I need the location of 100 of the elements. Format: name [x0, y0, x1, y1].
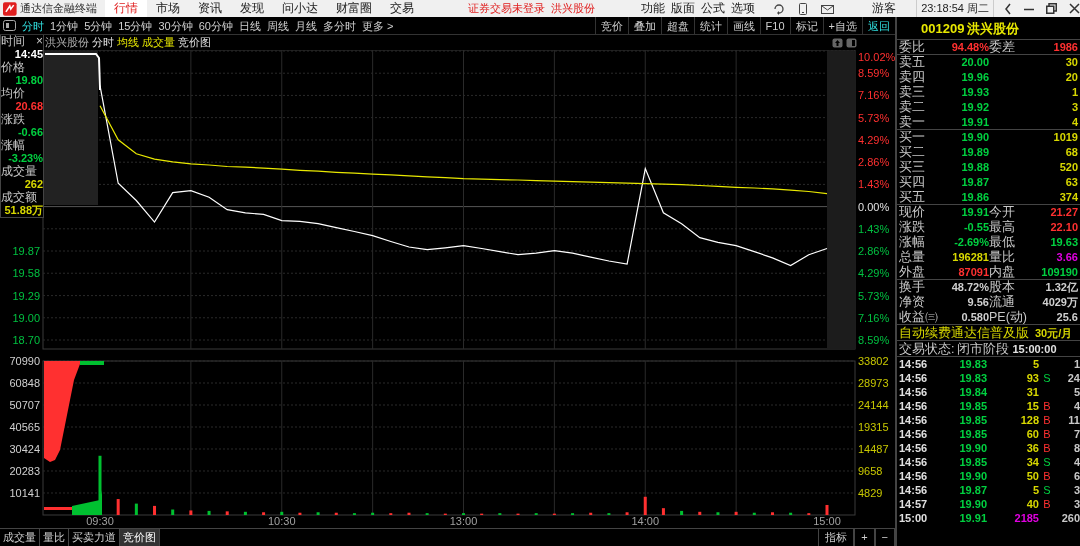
book-label: 卖二 — [899, 100, 926, 115]
trade-price: 19.83 — [958, 357, 987, 371]
book-label: 卖一 — [899, 115, 926, 130]
info-label: 时间 — [1, 35, 25, 48]
quote-value: 109190 — [1040, 265, 1078, 280]
axis-label: 09:30 — [86, 515, 114, 527]
trade-count: 6 — [1072, 469, 1080, 483]
book-price: 19.92 — [960, 100, 989, 115]
trade-side: B — [1042, 399, 1052, 413]
axis-label: 1.43% — [858, 178, 890, 191]
book-price: 19.88 — [960, 160, 989, 175]
axis-label: 5.73% — [858, 289, 890, 302]
quote-value: -0.55 — [962, 221, 989, 235]
book-label: 买四 — [899, 175, 926, 190]
trade-time: 14:56 — [899, 469, 929, 483]
axis-label: 1.43% — [858, 222, 890, 235]
quote-value: 1986 — [1052, 40, 1078, 55]
axis-label: 4.29% — [858, 267, 890, 280]
book-price: 19.87 — [960, 175, 989, 190]
axis-label: 40565 — [9, 421, 40, 433]
trade-time: 14:56 — [899, 427, 929, 441]
quote-label: 最低 — [989, 235, 1016, 250]
trade-volume: 36 — [1025, 441, 1039, 455]
info-value: 14:45 — [13, 48, 43, 61]
info-label: 成交量 — [1, 165, 38, 178]
info-label: 涨幅 — [1, 139, 26, 152]
axis-label: 10141 — [9, 487, 40, 499]
trade-price: 19.90 — [958, 469, 987, 483]
quote-label: 收益㈢ — [899, 310, 939, 325]
trade-price: 19.85 — [958, 427, 987, 441]
trade-count: 260 — [1060, 511, 1080, 525]
quote-label: 现价 — [899, 205, 926, 220]
quote-value: 4029万 — [1041, 295, 1078, 310]
trade-volume: 128 — [1019, 413, 1039, 427]
trade-volume: 50 — [1025, 469, 1039, 483]
app-title: 通达信金融终端 — [19, 1, 98, 16]
info-label: 成交额 — [1, 191, 38, 204]
axis-label: 19.58 — [12, 267, 40, 280]
axis-label: 18.70 — [12, 334, 40, 346]
axis-label: 4.29% — [858, 134, 890, 146]
axis-label: 19.87 — [12, 245, 40, 257]
trade-side: S — [1042, 371, 1052, 385]
axis-label: 7.16% — [858, 311, 890, 324]
trade-volume: 15 — [1025, 399, 1039, 413]
status-label: 交易状态: — [899, 341, 955, 356]
trade-price: 19.91 — [958, 511, 987, 525]
book-label: 卖三 — [899, 85, 926, 100]
axis-label: 2.86% — [858, 156, 890, 169]
trade-time: 14:57 — [899, 497, 929, 511]
quote-value: 9.56 — [966, 296, 989, 310]
quote-label: 量比 — [989, 250, 1016, 265]
info-value: -3.23% — [7, 152, 43, 165]
status-time: 15:00:00 — [1012, 342, 1057, 356]
trade-volume: 60 — [1025, 427, 1039, 441]
axis-label: 30424 — [9, 443, 40, 455]
info-label: 价格 — [1, 61, 26, 74]
book-volume: 374 — [1058, 190, 1078, 205]
axis-label: 2.86% — [858, 245, 890, 257]
trade-volume: 34 — [1025, 455, 1039, 469]
axis-label: 20283 — [9, 465, 40, 477]
book-price: 20.00 — [960, 55, 989, 70]
quote-label: 委比 — [899, 40, 926, 55]
trade-count: 4 — [1072, 455, 1080, 469]
axis-label: 60848 — [9, 377, 40, 389]
axis-label: 7.16% — [858, 89, 890, 102]
book-label: 买五 — [899, 190, 926, 205]
book-label: 买三 — [899, 160, 926, 175]
book-volume: 1019 — [1052, 130, 1078, 145]
book-price: 19.90 — [960, 130, 989, 145]
axis-label: 50707 — [9, 399, 40, 411]
book-price: 19.89 — [960, 145, 989, 160]
axis-label: 13:00 — [449, 515, 478, 527]
book-volume: 1 — [1070, 85, 1078, 100]
trade-side: B — [1042, 441, 1052, 455]
quote-label: 涨跌 — [899, 220, 926, 235]
quote-label: 股本 — [989, 280, 1016, 295]
trade-time: 14:56 — [899, 399, 929, 413]
quote-label: 换手 — [899, 280, 926, 295]
quote-label: 流通 — [989, 295, 1016, 310]
book-volume: 68 — [1064, 145, 1078, 160]
trade-time: 15:00 — [899, 511, 929, 525]
axis-label: 8.59% — [858, 67, 890, 80]
trade-price: 19.84 — [958, 385, 987, 399]
info-label: 均价 — [1, 87, 26, 100]
axis-label: 0.00% — [858, 200, 890, 213]
trade-volume: 2185 — [1013, 511, 1039, 525]
info-value: 19.80 — [14, 74, 43, 87]
info-value: -0.66 — [16, 126, 43, 139]
trade-time: 14:56 — [899, 371, 929, 385]
axis-label: 70990 — [9, 355, 40, 367]
quote-value: 3.66 — [1055, 250, 1078, 265]
trade-side: S — [1042, 455, 1052, 469]
trade-volume: 40 — [1025, 497, 1039, 511]
quote-label: 涨幅 — [899, 235, 926, 250]
trade-count: 5 — [1072, 385, 1080, 399]
axis-label: 19315 — [858, 421, 889, 433]
quote-label: 委差 — [989, 40, 1016, 55]
trade-count: 24 — [1066, 371, 1080, 385]
axis-label: 28973 — [858, 377, 889, 389]
axis-label: 9658 — [858, 465, 883, 477]
